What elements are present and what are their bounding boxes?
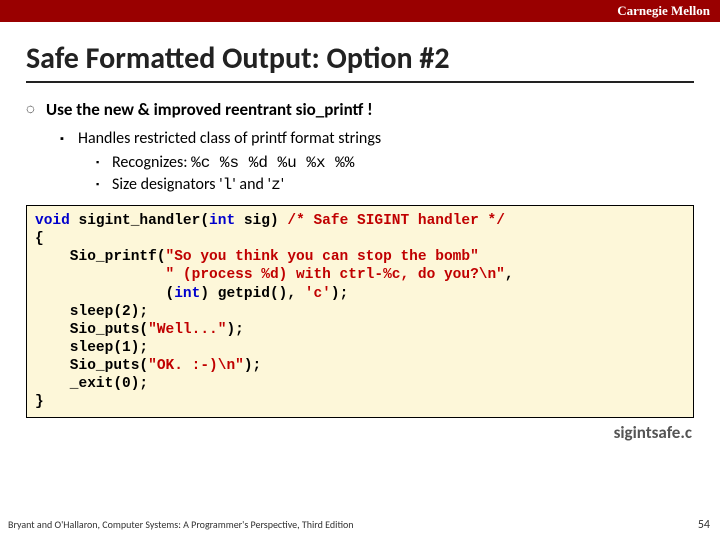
bullet-text: Recognizes: %c %s %d %u %x %% [112,153,354,173]
bullet-mark: ▪ [96,175,112,195]
footer-citation: Bryant and O'Hallaron, Computer Systems:… [8,518,354,532]
bullet-text: Size designators 'l' and 'z' [112,175,284,195]
bullet-mark: ◌ [26,99,46,121]
bullet-text: Handles restricted class of printf forma… [78,129,381,149]
bullet-level3: ▪ Size designators 'l' and 'z' [96,175,694,195]
source-filename: sigintsafe.c [0,418,720,443]
org-label: Carnegie Mellon [617,3,710,18]
bullet-level2: ▪ Handles restricted class of printf for… [60,129,694,149]
bullet-mark: ▪ [96,153,112,173]
header-bar: Carnegie Mellon [0,0,720,22]
bullet-mark: ▪ [60,129,78,149]
bullet-level3: ▪ Recognizes: %c %s %d %u %x %% [96,153,694,173]
slide-content: Safe Formatted Output: Option #2 ◌ Use t… [0,22,720,195]
bullet-level1: ◌ Use the new & improved reentrant sio_p… [26,99,694,121]
code-block: void sigint_handler(int sig) /* Safe SIG… [26,205,694,418]
page-number: 54 [698,518,710,532]
bullet-list: ◌ Use the new & improved reentrant sio_p… [26,99,694,195]
bullet-text: Use the new & improved reentrant sio_pri… [46,99,373,121]
footer: Bryant and O'Hallaron, Computer Systems:… [8,518,710,532]
page-title: Safe Formatted Output: Option #2 [26,40,694,83]
